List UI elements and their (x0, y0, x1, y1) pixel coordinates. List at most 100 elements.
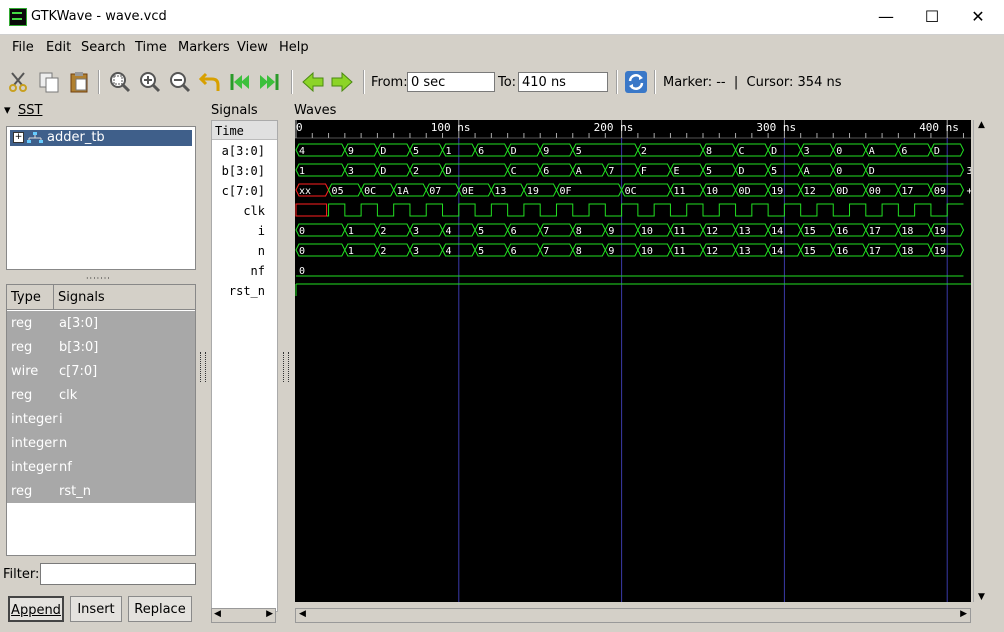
table-row[interactable]: wire c[7:0] (7, 359, 195, 383)
filter-label: Filter: (3, 567, 40, 582)
bus-value: 17 (869, 226, 881, 237)
bus-value: A (576, 166, 582, 177)
zoom-out-icon[interactable] (168, 70, 192, 94)
filter-input[interactable] (40, 563, 196, 585)
bus-value: 2 (641, 146, 647, 157)
pane-splitter[interactable] (283, 352, 289, 382)
waveform-svg[interactable]: 0 100 ns 200 ns 300 ns 400 ns4 9 D 5 1 6 D 9 5 2 8 C D 3 0… (295, 120, 971, 602)
bus-value: 15 (804, 246, 816, 257)
column-signals[interactable]: Signals (58, 290, 105, 305)
to-input[interactable]: 410 ns (518, 72, 608, 92)
first-icon[interactable] (228, 70, 252, 94)
bus-value: 5 (413, 146, 419, 157)
bus-value: 0D (836, 186, 848, 197)
tree-item-adder-tb[interactable]: + adder_tb (10, 130, 192, 146)
row-signal: nf (59, 460, 72, 475)
bus-segment (865, 163, 965, 177)
menu-markers[interactable]: Markers (178, 40, 230, 55)
bus-segment (637, 143, 704, 157)
zoom-fit-icon[interactable] (108, 70, 132, 94)
row-type: reg (11, 484, 33, 499)
bus-value: 11 (673, 226, 685, 237)
marker-cursor-readout: Marker: -- | Cursor: 354 ns (663, 75, 842, 90)
signal-name[interactable]: c[7:0] (222, 184, 265, 198)
bus-value: A (804, 166, 810, 177)
menu-file[interactable]: File (12, 40, 34, 55)
forward-icon[interactable] (330, 70, 354, 94)
minimize-icon[interactable]: — (871, 6, 901, 28)
menu-time[interactable]: Time (135, 40, 167, 55)
maximize-icon[interactable]: ☐ (917, 6, 947, 28)
bus-value: 4 (299, 146, 305, 157)
close-icon[interactable]: ✕ (963, 6, 993, 28)
bus-value: xx (299, 186, 311, 197)
bus-value: 8 (576, 246, 582, 257)
last-icon[interactable] (257, 70, 281, 94)
waves-vscroll[interactable]: ▲ ▼ (973, 120, 991, 602)
signal-name[interactable]: i (258, 224, 265, 238)
append-button[interactable]: Append (8, 596, 64, 622)
table-row[interactable]: integer n (7, 431, 195, 455)
column-type[interactable]: Type (11, 290, 41, 305)
menu-view[interactable]: View (237, 40, 268, 55)
bus-value: 5 (478, 246, 484, 257)
bus-value: 7 (608, 166, 614, 177)
bus-value: D (934, 146, 940, 157)
bus-value: 1 (446, 146, 452, 157)
bus-segment (572, 143, 639, 157)
signals-hscroll[interactable]: ◀ ▶ (211, 608, 276, 623)
signal-name[interactable]: clk (243, 204, 265, 218)
table-row[interactable]: integer nf (7, 455, 195, 479)
insert-button[interactable]: Insert (70, 596, 122, 622)
undo-icon[interactable] (198, 70, 222, 94)
pane-splitter[interactable] (200, 352, 206, 382)
expand-icon[interactable]: + (13, 132, 24, 143)
gtkwave-app-icon (9, 8, 27, 26)
copy-icon[interactable] (37, 70, 61, 94)
table-row[interactable]: reg a[3:0] (7, 311, 195, 335)
bus-value: 0 (299, 246, 305, 257)
row-signal: rst_n (59, 484, 91, 499)
signal-name[interactable]: n (258, 244, 265, 258)
cut-icon[interactable] (6, 70, 30, 94)
table-row[interactable]: integer i (7, 407, 195, 431)
table-row[interactable]: reg b[3:0] (7, 335, 195, 359)
bus-value: 3 (413, 246, 419, 257)
signal-name[interactable]: b[3:0] (222, 164, 265, 178)
waves-label: Waves (294, 103, 337, 118)
sst-collapse-arrow[interactable]: ▾ (4, 103, 11, 118)
bus-value: 2 (380, 226, 386, 237)
sst-tree: + adder_tb (6, 126, 196, 270)
bus-value: 12 (804, 186, 816, 197)
gtkwave-window: GTKWave - wave.vcd — ☐ ✕ File Edit Searc… (0, 0, 1004, 632)
bus-value: E (673, 166, 679, 177)
bus-value: 5 (576, 146, 582, 157)
bus-value: 3 (966, 166, 971, 177)
replace-button[interactable]: Replace (128, 596, 192, 622)
reload-icon[interactable] (624, 70, 648, 94)
bus-value: 3 (348, 166, 354, 177)
signal-type-table: Type Signals reg a[3:0] reg b[3:0] wire c[7… (6, 284, 196, 556)
menu-help[interactable]: Help (279, 40, 309, 55)
waveform-canvas[interactable]: 0 100 ns 200 ns 300 ns 400 ns 4 9 D 5 1 6 D 9 5 2 8 C D 3 0… (295, 120, 971, 602)
signal-name[interactable]: nf (251, 264, 265, 278)
bus-value: 1A (397, 186, 409, 197)
bus-value: 16 (836, 226, 848, 237)
table-row[interactable]: reg rst_n (7, 479, 195, 503)
signal-name[interactable]: rst_n (229, 284, 265, 298)
from-input[interactable]: 0 sec (407, 72, 495, 92)
toolbar-separator (654, 70, 656, 94)
toolbar-separator (363, 70, 365, 94)
back-icon[interactable] (301, 70, 325, 94)
menu-edit[interactable]: Edit (46, 40, 71, 55)
zoom-in-icon[interactable] (138, 70, 162, 94)
time-label: 200 ns (594, 121, 634, 134)
pane-splitter[interactable]: ······· (86, 274, 111, 283)
waves-hscroll[interactable]: ◀ ▶ (295, 608, 971, 623)
signal-name[interactable]: a[3:0] (222, 144, 265, 158)
row-signal: clk (59, 388, 78, 403)
menu-search[interactable]: Search (81, 40, 126, 55)
table-row[interactable]: reg clk (7, 383, 195, 407)
bus-value: 10 (706, 186, 718, 197)
paste-icon[interactable] (67, 70, 91, 94)
